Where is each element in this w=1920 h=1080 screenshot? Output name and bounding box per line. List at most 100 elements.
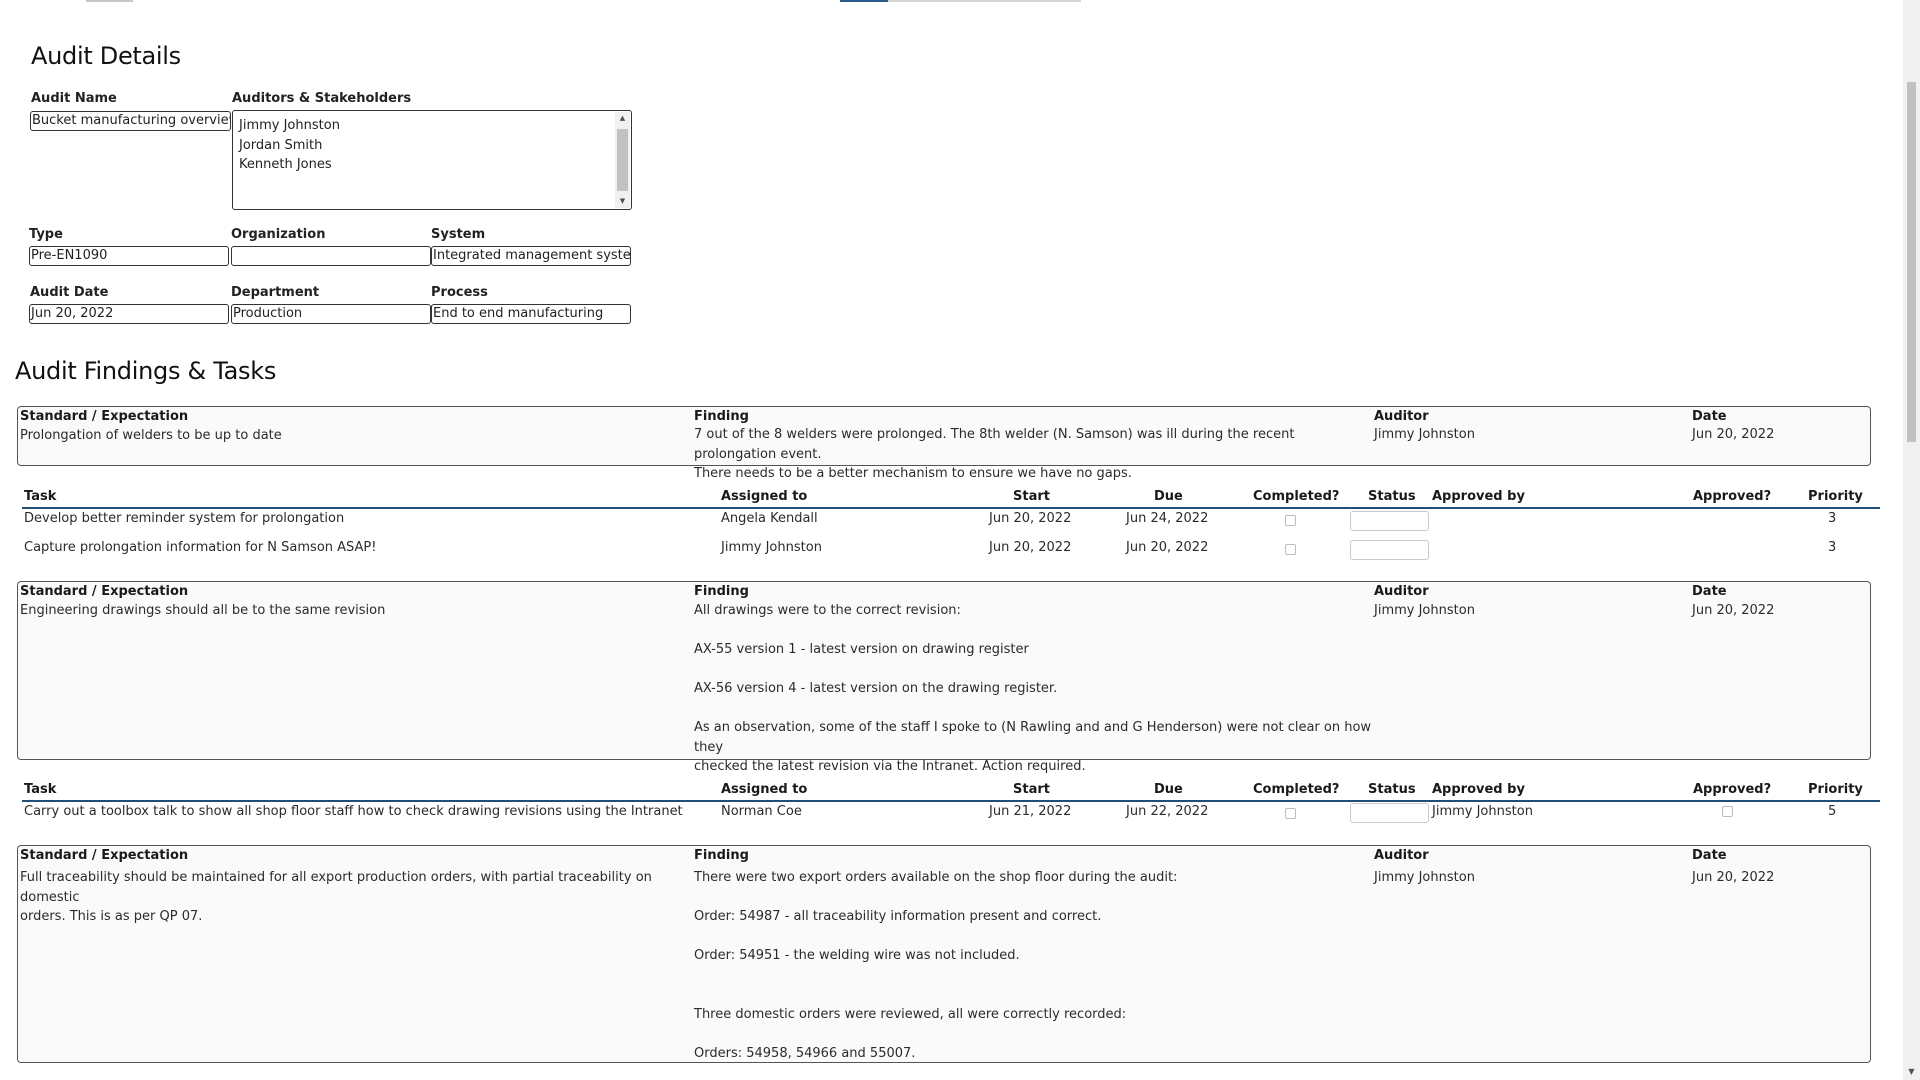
due-text: Jun 24, 2022	[1126, 511, 1209, 526]
standard-header: Standard / Expectation	[20, 848, 189, 863]
start-header: Start	[1013, 489, 1050, 504]
audit-date-input[interactable]: Jun 20, 2022	[29, 304, 229, 324]
audit-name-label: Audit Name	[31, 91, 117, 106]
auditor-option[interactable]: Kenneth Jones	[233, 155, 631, 175]
standard-text: Full traceability should be maintained f…	[20, 870, 652, 924]
priority-text: 5	[1828, 804, 1837, 819]
finding-text: 7 out of the 8 welders were prolonged. T…	[694, 427, 1295, 481]
completed-header: Completed?	[1253, 489, 1340, 504]
task-header: Task	[24, 489, 57, 504]
standard-header: Standard / Expectation	[20, 409, 189, 424]
start-text: Jun 21, 2022	[989, 804, 1072, 819]
task-header: Task	[24, 782, 57, 797]
task-header-divider	[22, 507, 1880, 509]
approved-by-header: Approved by	[1432, 489, 1525, 504]
assigned-text: Jimmy Johnston	[721, 540, 822, 555]
assigned-header: Assigned to	[721, 782, 808, 797]
completed-checkbox[interactable]	[1285, 544, 1296, 555]
audit-name-input[interactable]: Bucket manufacturing overview	[30, 111, 231, 131]
completed-header: Completed?	[1253, 782, 1340, 797]
finding-header: Finding	[694, 848, 749, 863]
listbox-scroll-thumb[interactable]	[617, 129, 628, 191]
process-input[interactable]: End to end manufacturing	[431, 304, 631, 324]
auditor-option[interactable]: Jordan Smith	[233, 136, 631, 156]
due-text: Jun 20, 2022	[1126, 540, 1209, 555]
auditor-header: Auditor	[1374, 848, 1429, 863]
finding-header: Finding	[694, 584, 749, 599]
auditor-text: Jimmy Johnston	[1374, 870, 1475, 885]
status-input[interactable]	[1350, 540, 1429, 560]
process-label: Process	[431, 285, 488, 300]
organization-label: Organization	[231, 227, 326, 242]
auditors-listbox[interactable]: Jimmy Johnston Jordan Smith Kenneth Jone…	[232, 110, 632, 210]
audit-date-label: Audit Date	[30, 285, 109, 300]
priority-header: Priority	[1808, 782, 1863, 797]
approved-by-text: Jimmy Johnston	[1432, 804, 1533, 819]
task-header-divider	[22, 800, 1880, 802]
start-header: Start	[1013, 782, 1050, 797]
approved-checkbox[interactable]	[1722, 806, 1733, 817]
listbox-scrollbar[interactable]: ▲ ▼	[615, 112, 630, 208]
department-input[interactable]: Production	[231, 304, 431, 324]
auditors-label: Auditors & Stakeholders	[232, 91, 412, 106]
date-text: Jun 20, 2022	[1692, 603, 1775, 618]
top-tab-indicator-left	[86, 0, 133, 2]
standard-header: Standard / Expectation	[20, 584, 189, 599]
task-text: Develop better reminder system for prolo…	[24, 511, 345, 526]
page-scroll-thumb[interactable]	[1907, 82, 1916, 442]
page-scroll-down-arrow-icon[interactable]: ▼	[1903, 1066, 1920, 1078]
audit-details-title: Audit Details	[31, 42, 181, 70]
finding-card: Standard / Expectation Finding Auditor D…	[17, 406, 1871, 481]
date-header: Date	[1692, 584, 1727, 599]
completed-checkbox[interactable]	[1285, 515, 1296, 526]
standard-text: Prolongation of welders to be up to date	[20, 428, 282, 443]
system-label: System	[431, 227, 486, 242]
assigned-text: Angela Kendall	[721, 511, 818, 526]
approved-by-header: Approved by	[1432, 782, 1525, 797]
auditor-option[interactable]: Jimmy Johnston	[233, 116, 631, 136]
status-input[interactable]	[1350, 511, 1429, 531]
page-scrollbar[interactable]: ▼	[1903, 0, 1920, 1080]
date-text: Jun 20, 2022	[1692, 870, 1775, 885]
top-tab-indicator-active	[840, 0, 888, 2]
department-label: Department	[231, 285, 320, 300]
auditor-header: Auditor	[1374, 584, 1429, 599]
findings-section-title: Audit Findings & Tasks	[15, 357, 277, 385]
start-text: Jun 20, 2022	[989, 511, 1072, 526]
due-header: Due	[1154, 489, 1183, 504]
priority-header: Priority	[1808, 489, 1863, 504]
start-text: Jun 20, 2022	[989, 540, 1072, 555]
finding-card: Standard / Expectation Finding Auditor D…	[17, 845, 1871, 1063]
finding-header: Finding	[694, 409, 749, 424]
status-header: Status	[1368, 782, 1416, 797]
top-tab-indicator-rest	[888, 0, 1081, 2]
type-input[interactable]: Pre-EN1090	[29, 246, 229, 266]
date-text: Jun 20, 2022	[1692, 427, 1775, 442]
auditor-text: Jimmy Johnston	[1374, 427, 1475, 442]
finding-text: There were two export orders available o…	[694, 870, 1178, 1061]
approved-header: Approved?	[1693, 782, 1772, 797]
auditor-header: Auditor	[1374, 409, 1429, 424]
finding-text: All drawings were to the correct revisio…	[694, 603, 1372, 774]
status-input[interactable]	[1350, 803, 1429, 823]
due-text: Jun 22, 2022	[1126, 804, 1209, 819]
task-text: Carry out a toolbox talk to show all sho…	[24, 804, 683, 819]
auditor-text: Jimmy Johnston	[1374, 603, 1475, 618]
priority-text: 3	[1828, 511, 1837, 526]
finding-card: Standard / Expectation Finding Auditor D…	[17, 581, 1871, 774]
assigned-header: Assigned to	[721, 489, 808, 504]
due-header: Due	[1154, 782, 1183, 797]
approved-header: Approved?	[1693, 489, 1772, 504]
standard-text: Engineering drawings should all be to th…	[20, 603, 386, 618]
completed-checkbox[interactable]	[1285, 808, 1296, 819]
status-header: Status	[1368, 489, 1416, 504]
assigned-text: Norman Coe	[721, 804, 802, 819]
scroll-up-arrow-icon[interactable]: ▲	[615, 112, 630, 125]
system-input[interactable]: Integrated management system	[431, 246, 631, 266]
priority-text: 3	[1828, 540, 1837, 555]
organization-input[interactable]	[231, 246, 431, 266]
type-label: Type	[29, 227, 63, 242]
scroll-down-arrow-icon[interactable]: ▼	[615, 195, 630, 208]
date-header: Date	[1692, 409, 1727, 424]
task-text: Capture prolongation information for N S…	[24, 540, 377, 555]
